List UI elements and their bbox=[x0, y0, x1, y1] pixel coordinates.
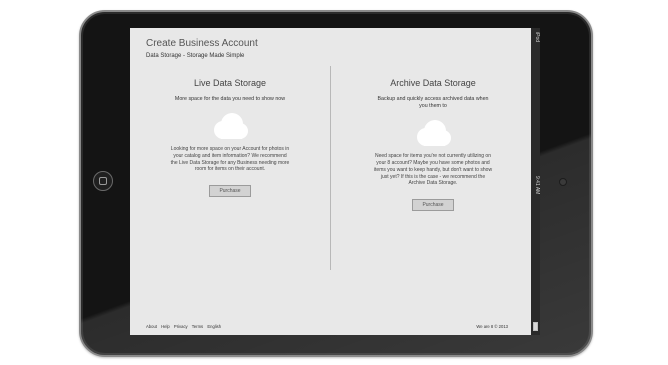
page-subtitle: Data Storage - Storage Made Simple bbox=[146, 53, 245, 59]
live-storage-panel: Live Data Storage More space for the dat… bbox=[140, 78, 320, 198]
footer-link-about[interactable]: About bbox=[146, 324, 157, 329]
page-title: Create Business Account bbox=[146, 38, 258, 49]
footer-links: About Help Privacy Terms English bbox=[146, 324, 224, 329]
footer-link-language[interactable]: English bbox=[207, 324, 221, 329]
archive-storage-description: Need space for items you're not currentl… bbox=[373, 153, 493, 187]
footer-link-help[interactable]: Help bbox=[161, 324, 170, 329]
home-button[interactable] bbox=[93, 171, 113, 191]
live-storage-title: Live Data Storage bbox=[193, 78, 267, 88]
footer-link-privacy[interactable]: Privacy bbox=[174, 324, 188, 329]
status-bar: iPod 9:41 AM bbox=[531, 28, 540, 335]
column-divider bbox=[330, 66, 331, 270]
live-storage-tagline: More space for the data you need to show… bbox=[174, 96, 286, 102]
home-square-icon bbox=[99, 177, 107, 185]
device-label: iPod bbox=[534, 32, 540, 43]
archive-storage-panel: Archive Data Storage Backup and quickly … bbox=[343, 78, 523, 212]
live-storage-description: Looking for more space on your Account f… bbox=[170, 146, 290, 173]
cloud-icon bbox=[411, 118, 455, 148]
footer-link-terms[interactable]: Terms bbox=[192, 324, 203, 329]
archive-storage-title: Archive Data Storage bbox=[390, 78, 476, 88]
purchase-live-button[interactable]: Purchase bbox=[209, 185, 251, 198]
purchase-archive-button[interactable]: Purchase bbox=[412, 199, 454, 212]
app-screen: Create Business Account Data Storage - S… bbox=[130, 28, 532, 335]
battery-icon bbox=[533, 322, 538, 331]
cloud-icon bbox=[208, 111, 252, 141]
camera-icon bbox=[559, 178, 567, 186]
archive-storage-tagline: Backup and quickly access archived data … bbox=[377, 96, 489, 110]
status-time: 9:41 AM bbox=[534, 176, 540, 195]
copyright-text: We are 8 © 2013 bbox=[476, 324, 508, 329]
